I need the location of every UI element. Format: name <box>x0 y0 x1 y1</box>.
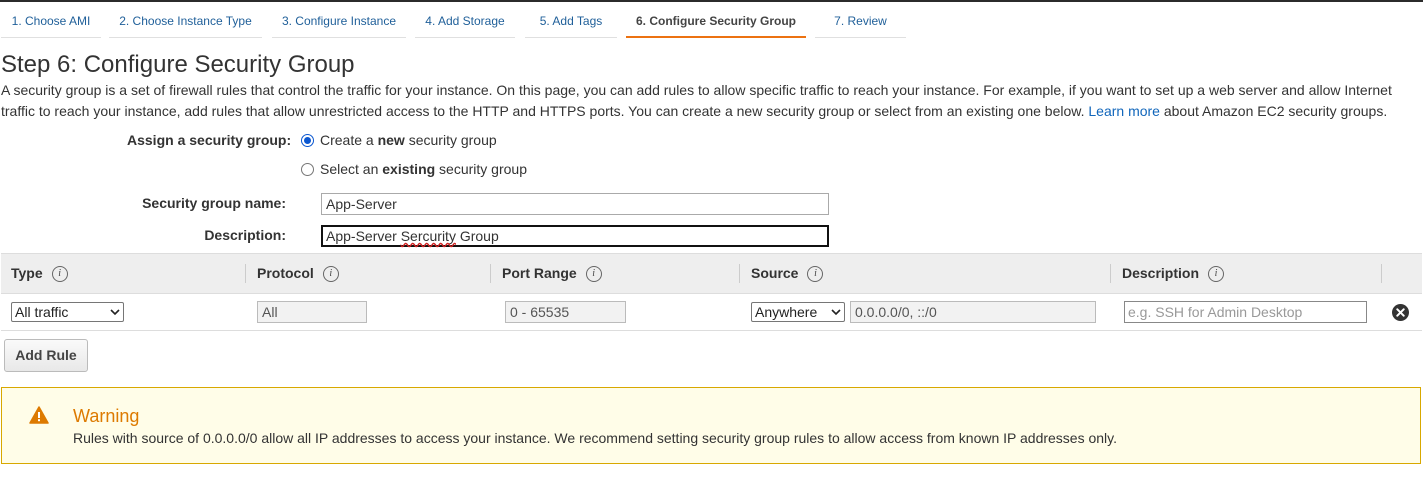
rule-type-select[interactable]: All traffic <box>11 302 124 322</box>
column-divider <box>739 264 740 283</box>
column-header-protocol: Protocol i <box>257 254 339 293</box>
intro-text: A security group is a set of firewall ru… <box>1 80 1411 122</box>
page-title: Step 6: Configure Security Group <box>1 51 355 78</box>
info-icon[interactable]: i <box>51 265 68 282</box>
rule-row: All traffic All 0 - 65535 Anywhere 0.0.0… <box>1 294 1422 331</box>
rule-source-value: Anywhere <box>755 304 818 320</box>
column-header-type: Type i <box>11 254 68 293</box>
column-divider <box>1381 264 1382 283</box>
tab-configure-instance[interactable]: 3. Configure Instance <box>272 2 406 38</box>
radio-create-new-label: Create a new security group <box>320 132 497 148</box>
radio-select-existing-label: Select an existing security group <box>320 161 527 177</box>
learn-more-link[interactable]: Learn more <box>1088 103 1160 119</box>
description-input[interactable]: App-Server Sercurity Group <box>321 225 829 247</box>
remove-rule-button[interactable] <box>1392 304 1409 321</box>
column-header-source: Source i <box>751 254 824 293</box>
warning-title: Warning <box>73 406 140 426</box>
rule-source-select[interactable]: Anywhere <box>751 302 845 322</box>
assign-security-group-label: Assign a security group: <box>127 132 292 148</box>
close-circle-icon <box>1396 308 1405 317</box>
info-icon[interactable]: i <box>807 265 824 282</box>
security-group-name-input[interactable]: App-Server <box>321 193 829 215</box>
chevron-down-icon <box>831 309 841 316</box>
warning-banner: Warning Rules with source of 0.0.0.0/0 a… <box>1 387 1421 464</box>
rule-protocol-field: All <box>257 301 367 323</box>
column-header-description: Description i <box>1122 254 1225 293</box>
info-icon[interactable]: i <box>585 265 602 282</box>
radio-select-existing-security-group[interactable]: Select an existing security group <box>301 161 527 177</box>
rule-port-range-field: 0 - 65535 <box>505 301 626 323</box>
info-icon[interactable]: i <box>1208 265 1225 282</box>
tab-add-storage[interactable]: 4. Add Storage <box>415 2 515 38</box>
warning-triangle-icon <box>29 406 49 424</box>
tab-add-tags[interactable]: 5. Add Tags <box>525 2 617 38</box>
radio-button-unchecked[interactable] <box>301 162 314 176</box>
radio-button-checked[interactable] <box>301 133 314 147</box>
intro-suffix: about Amazon EC2 security groups. <box>1163 103 1388 119</box>
column-divider <box>1110 264 1111 283</box>
chevron-down-icon <box>110 309 120 316</box>
tab-configure-security-group[interactable]: 6. Configure Security Group <box>626 2 806 38</box>
misspelled-word: Sercurity <box>400 228 456 244</box>
rule-description-input[interactable]: e.g. SSH for Admin Desktop <box>1124 301 1367 323</box>
radio-create-new-security-group[interactable]: Create a new security group <box>301 132 497 148</box>
column-header-port-range: Port Range i <box>502 254 602 293</box>
rules-table-header: Type i Protocol i Port Range i Source i Desc… <box>1 253 1422 294</box>
warning-text: Rules with source of 0.0.0.0/0 allow all… <box>73 430 1118 446</box>
rule-source-cidr-field[interactable]: 0.0.0.0/0, ::/0 <box>850 301 1096 323</box>
tab-review[interactable]: 7. Review <box>815 2 906 38</box>
description-label: Description: <box>204 227 286 243</box>
tab-choose-instance-type[interactable]: 2. Choose Instance Type <box>109 2 262 38</box>
tab-choose-ami[interactable]: 1. Choose AMI <box>1 2 101 38</box>
add-rule-button[interactable]: Add Rule <box>4 339 88 372</box>
column-divider <box>490 264 491 283</box>
column-divider <box>245 264 246 283</box>
security-group-name-label: Security group name: <box>142 195 286 211</box>
info-icon[interactable]: i <box>322 265 339 282</box>
rule-type-value: All traffic <box>15 304 69 320</box>
wizard-tabs: 1. Choose AMI 2. Choose Instance Type 3.… <box>0 2 1423 40</box>
